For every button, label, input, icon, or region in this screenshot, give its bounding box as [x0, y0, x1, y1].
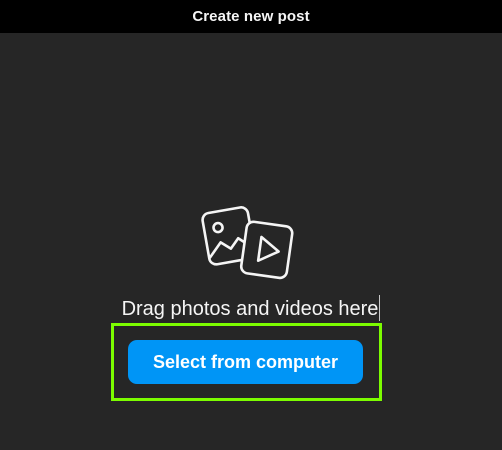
- text-cursor: [379, 294, 381, 321]
- drag-instructions: Drag photos and videos here: [0, 294, 502, 322]
- select-from-computer-button[interactable]: Select from computer: [128, 340, 363, 384]
- modal-header: Create new post: [0, 0, 502, 33]
- photo-video-icon: [201, 206, 294, 280]
- drag-text: Drag photos and videos here: [121, 298, 379, 320]
- modal-title: Create new post: [192, 8, 310, 25]
